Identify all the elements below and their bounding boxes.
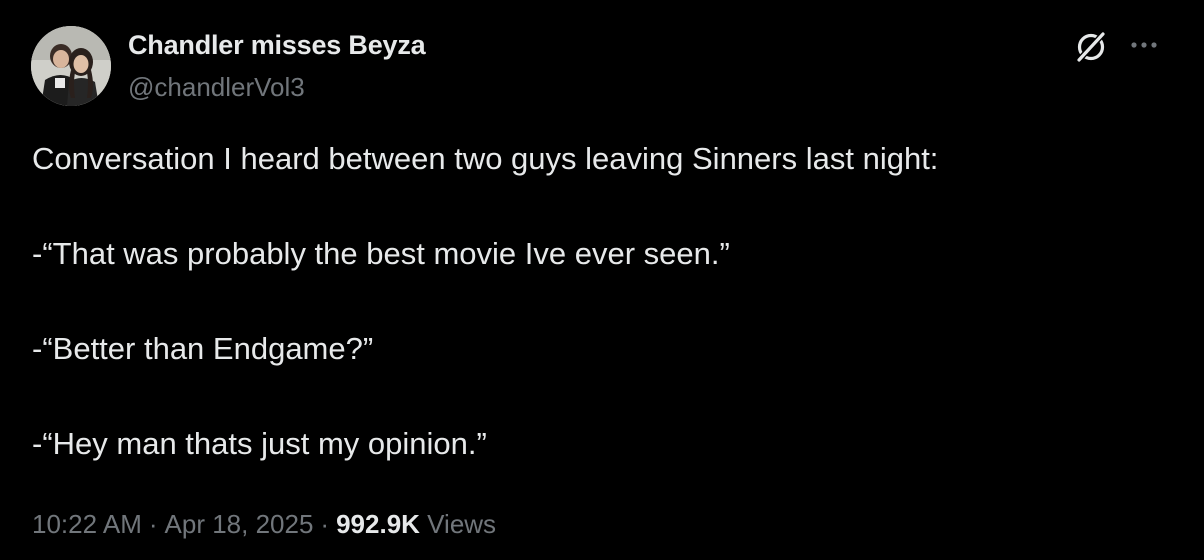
more-horizontal-icon bbox=[1131, 42, 1157, 48]
meta-separator: · bbox=[320, 509, 330, 539]
views-count: 992.9K bbox=[336, 509, 420, 539]
tweet-paragraph: -“Hey man thats just my opinion.” bbox=[32, 426, 487, 461]
tweet-meta: 10:22 AM · Apr 18, 2025 · 992.9K Views bbox=[32, 509, 496, 540]
avatar[interactable] bbox=[31, 26, 111, 106]
handle[interactable]: @chandlerVol3 bbox=[128, 72, 305, 103]
tweet-text: Conversation I heard between two guys le… bbox=[32, 140, 1172, 463]
grok-icon bbox=[1075, 31, 1106, 64]
avatar-photo-icon bbox=[31, 26, 111, 106]
display-name[interactable]: Chandler misses Beyza bbox=[128, 30, 426, 61]
tweet-paragraph: -“Better than Endgame?” bbox=[32, 331, 374, 366]
tweet-date: Apr 18, 2025 bbox=[164, 509, 314, 539]
views-link[interactable]: 992.9K Views bbox=[336, 509, 496, 539]
more-button[interactable] bbox=[1126, 30, 1164, 60]
tweet-paragraph: -“That was probably the best movie Ive e… bbox=[32, 236, 730, 271]
grok-button[interactable] bbox=[1072, 28, 1110, 66]
tweet-paragraph: Conversation I heard between two guys le… bbox=[32, 141, 939, 176]
tweet-time: 10:22 AM bbox=[32, 509, 142, 539]
tweet-time-link[interactable]: 10:22 AM · Apr 18, 2025 bbox=[32, 509, 313, 539]
tweet: Chandler misses Beyza @chandlerVol3 Conv… bbox=[0, 0, 1204, 560]
meta-separator: · bbox=[148, 509, 158, 539]
views-label: Views bbox=[427, 509, 497, 539]
